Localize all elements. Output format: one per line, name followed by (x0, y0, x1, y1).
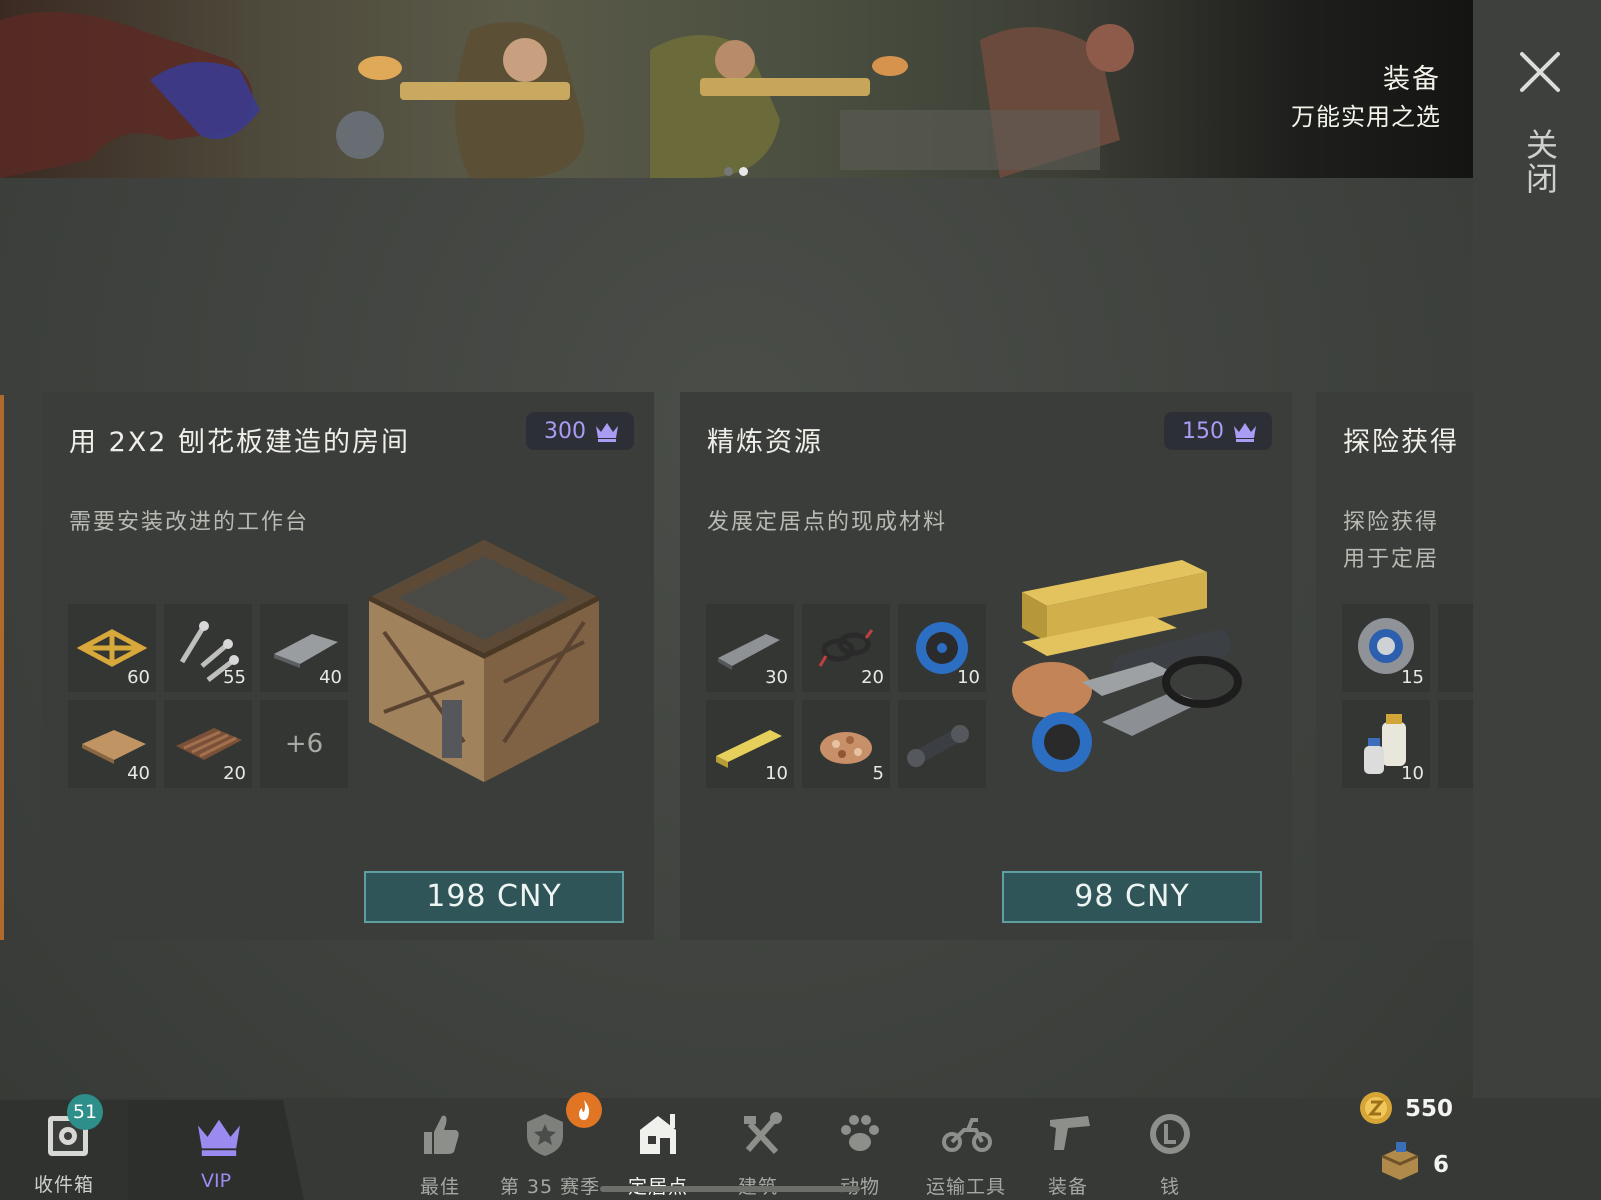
thumbs-up-icon (424, 1115, 459, 1154)
card-description-line: 用于定居 (1343, 547, 1440, 572)
banner-subtitle: 万能实用之选 (1291, 103, 1441, 131)
tab-best[interactable]: 最佳 (390, 1106, 490, 1198)
tab-settlement[interactable]: 定居点 (608, 1106, 708, 1198)
card-title: 用 2X2 刨花板建造的房间 (69, 427, 411, 458)
tab-label: 运输工具 (925, 1176, 1006, 1198)
inbox-tab[interactable]: 收件箱 (0, 1100, 128, 1200)
more-items-count: +6 (284, 729, 324, 759)
item-cell[interactable] (1438, 604, 1473, 692)
item-quantity: 30 (765, 667, 788, 688)
item-quantity: 60 (127, 667, 150, 688)
tab-money[interactable]: 钱 (1120, 1106, 1220, 1198)
crate-count: 6 (1433, 1152, 1450, 1178)
inbox-count-badge: 51 (67, 1094, 103, 1130)
card-description: 探险获得 用于定居 (1343, 504, 1439, 578)
card-description-line: 探险获得 (1343, 510, 1440, 535)
item-cell[interactable] (898, 700, 986, 788)
item-cell[interactable]: 15 (1342, 604, 1430, 692)
offer-card-expedition[interactable]: 探险获得 探险获得 用于定居 15 10 (1316, 392, 1473, 940)
season-fire-badge (566, 1092, 602, 1128)
tab-vehicles[interactable]: 运输工具 (914, 1106, 1018, 1198)
settlement-icon (640, 1114, 676, 1154)
card-description: 发展定居点的现成材料 (707, 510, 948, 535)
card-title: 精炼资源 (707, 427, 823, 458)
item-quantity: 55 (223, 667, 246, 688)
item-grid: 30 20 10 10 5 (706, 604, 986, 788)
item-grid: 15 10 (1342, 604, 1473, 788)
item-quantity: 40 (127, 763, 150, 784)
banner-dot-1[interactable] (724, 167, 733, 176)
item-quantity: 15 (1401, 667, 1424, 688)
motorcycle-icon (942, 1118, 992, 1152)
item-quantity: 40 (319, 667, 342, 688)
crown-icon (1234, 423, 1256, 442)
item-cell[interactable]: 5 (802, 700, 890, 788)
more-items-cell[interactable]: +6 (260, 700, 348, 788)
offer-card-refined-resources[interactable]: 精炼资源 150 发展定居点的现成材料 30 20 10 10 5 98 CNY (680, 392, 1292, 940)
nav-scroll-indicator (600, 1186, 860, 1192)
pipe-icon (907, 725, 969, 767)
offer-card-room[interactable]: 用 2X2 刨花板建造的房间 300 需要安装改进的工作台 60 55 40 4… (42, 392, 654, 940)
item-cell[interactable]: 10 (898, 604, 986, 692)
item-quantity: 10 (1401, 763, 1424, 784)
item-cell[interactable]: 40 (68, 700, 156, 788)
season-shield-icon (527, 1114, 563, 1156)
item-quantity: 10 (957, 667, 980, 688)
banner-title: 装备 (1383, 64, 1441, 95)
item-cell[interactable]: 10 (1342, 700, 1430, 788)
coin-icon (1150, 1114, 1190, 1154)
banner-dot-2[interactable] (739, 167, 748, 176)
tab-label: 钱 (1159, 1176, 1180, 1198)
buy-button[interactable]: 98 CNY (1002, 871, 1262, 923)
inbox-label: 收件箱 (33, 1174, 94, 1196)
banner-artwork (0, 12, 1134, 178)
item-cell[interactable]: 60 (68, 604, 156, 692)
crown-icon (198, 1119, 240, 1156)
tab-construction[interactable]: 建筑 (708, 1106, 808, 1198)
fire-icon (579, 1100, 590, 1120)
crate-icon (1381, 1142, 1419, 1180)
hammer-wrench-icon (744, 1112, 782, 1155)
close-icon[interactable] (1516, 48, 1564, 96)
item-quantity: 20 (223, 763, 246, 784)
card-title: 探险获得 (1343, 427, 1459, 458)
item-cell[interactable]: 20 (802, 604, 890, 692)
item-cell[interactable]: 10 (706, 700, 794, 788)
item-grid: 60 55 40 40 20 +6 (68, 604, 348, 788)
vip-label: VIP (200, 1170, 232, 1192)
tab-equipment[interactable]: 装备 (1018, 1106, 1118, 1198)
tab-label: 第 35 赛季 (499, 1176, 601, 1198)
tab-animals[interactable]: 动物 (810, 1106, 910, 1198)
coin-balance: 550 (1405, 1096, 1454, 1122)
close-label[interactable]: 关闭 (1521, 128, 1559, 196)
vip-points-value: 150 (1182, 418, 1224, 444)
promo-banner[interactable]: 装备 万能实用之选 (0, 0, 1473, 178)
item-quantity: 5 (872, 763, 884, 784)
item-cell[interactable]: 40 (260, 604, 348, 692)
item-cell[interactable] (1438, 700, 1473, 788)
vip-points-badge: 150 (1164, 412, 1272, 450)
item-cell[interactable]: 55 (164, 604, 252, 692)
room-box-illustration (367, 540, 601, 782)
resources-pile-illustration (1012, 560, 1242, 772)
banner-caption: 装备 万能实用之选 (1291, 62, 1441, 136)
vip-points-value: 300 (544, 418, 586, 444)
vip-points-badge: 300 (526, 412, 634, 450)
tab-label: 最佳 (419, 1176, 460, 1198)
tab-label: 装备 (1047, 1176, 1088, 1198)
item-quantity: 10 (765, 763, 788, 784)
crown-icon (596, 423, 618, 442)
shop-main-area: 装备 万能实用之选 用 2X2 刨花板建造的房间 300 需要安装改进的工作台 … (0, 0, 1473, 1200)
card-description: 需要安装改进的工作台 (69, 510, 310, 535)
pistol-icon (1050, 1116, 1090, 1150)
banner-pagination[interactable] (724, 161, 754, 178)
item-cell[interactable]: 30 (706, 604, 794, 692)
item-quantity: 20 (861, 667, 884, 688)
vip-tab[interactable]: VIP (128, 1100, 304, 1200)
item-cell[interactable]: 20 (164, 700, 252, 788)
paw-icon (841, 1115, 879, 1151)
previous-card-edge[interactable] (0, 395, 4, 940)
buy-button[interactable]: 198 CNY (364, 871, 624, 923)
gold-coin-icon (1360, 1092, 1392, 1124)
